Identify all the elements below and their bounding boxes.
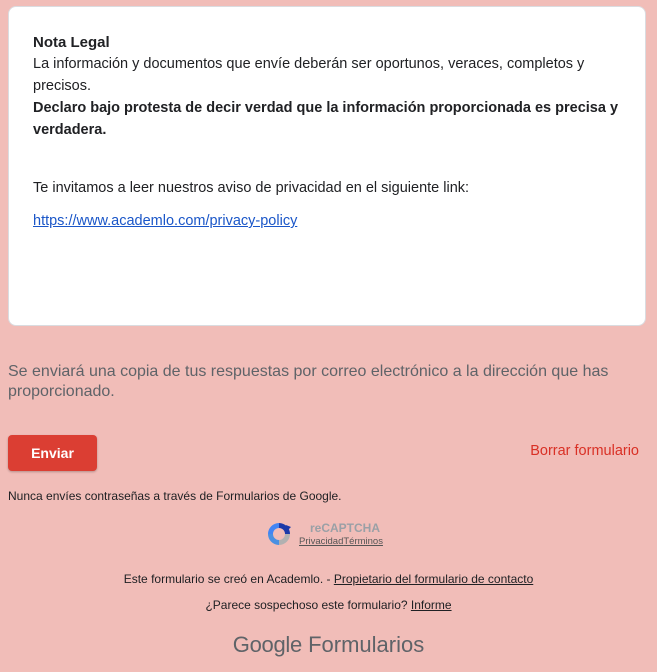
legal-note-text: La información y documentos que envíe de…	[33, 56, 585, 94]
recaptcha-badge: reCAPTCHA PrivacidadTérminos	[266, 519, 406, 549]
privacy-invite-text: Te invitamos a leer nuestros aviso de pr…	[33, 180, 470, 196]
form-created-note: Este formulario se creó en Academlo. - P…	[0, 572, 657, 586]
google-wordmark: Google	[232, 632, 302, 657]
recaptcha-title: reCAPTCHA	[310, 521, 381, 535]
contact-owner-link[interactable]: Propietario del formulario de contacto	[334, 572, 533, 586]
submit-button[interactable]: Enviar	[8, 435, 97, 471]
forms-wordmark: Formularios	[301, 632, 425, 657]
legal-note-title: Nota Legal	[33, 34, 110, 51]
google-forms-logo[interactable]: Google Formularios	[0, 632, 657, 658]
report-link[interactable]: Informe	[411, 598, 452, 612]
form-created-text: Este formulario se creó en Academlo. -	[123, 572, 334, 586]
legal-note-card: Nota Legal La información y documentos q…	[8, 6, 646, 326]
recaptcha-terms-link[interactable]: Términos	[343, 536, 383, 547]
password-warning: Nunca envíes contraseñas a través de For…	[8, 489, 342, 503]
suspicious-text: ¿Parece sospechoso este formulario?	[205, 598, 411, 612]
clear-form-button[interactable]: Borrar formulario	[530, 443, 639, 459]
legal-declaration-text: Declaro bajo protesta de decir verdad qu…	[33, 100, 619, 138]
response-copy-note: Se enviará una copia de tus respuestas p…	[8, 363, 609, 400]
recaptcha-links: PrivacidadTérminos	[299, 536, 383, 547]
report-abuse-note: ¿Parece sospechoso este formulario? Info…	[0, 598, 657, 612]
privacy-policy-link[interactable]: https://www.academlo.com/privacy-policy	[33, 213, 297, 229]
recaptcha-privacy-link[interactable]: Privacidad	[299, 536, 343, 547]
recaptcha-logo-icon	[268, 523, 291, 545]
